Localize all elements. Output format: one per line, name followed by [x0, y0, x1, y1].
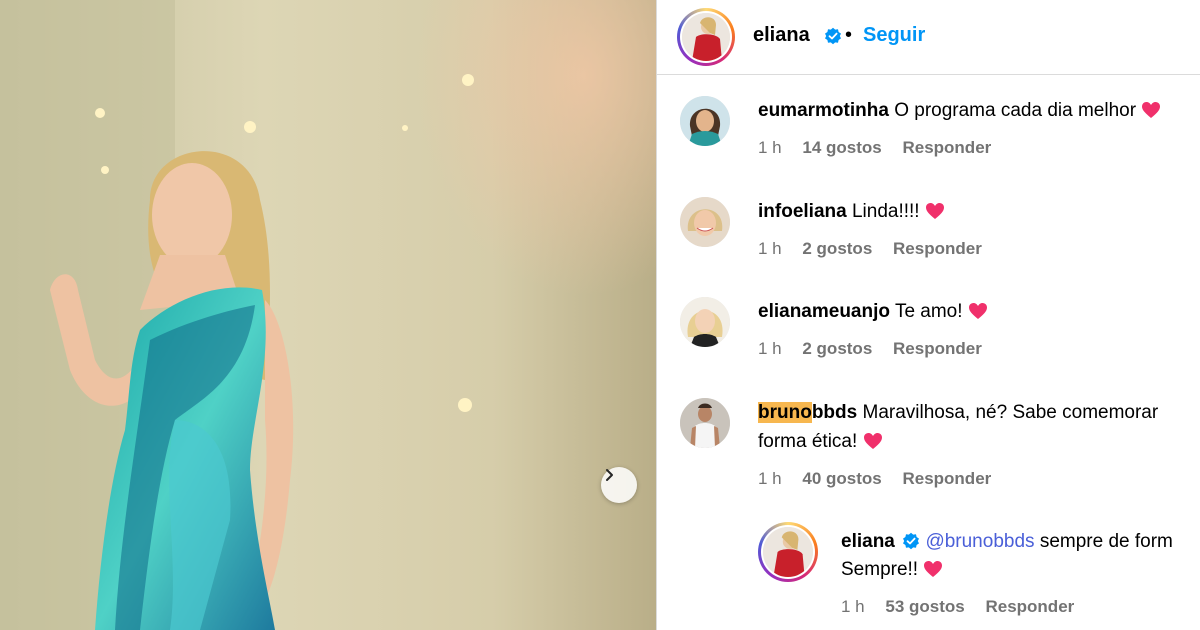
author-avatar-image: [682, 13, 730, 61]
follow-button[interactable]: Seguir: [863, 24, 925, 47]
reply-text-line2: Sempre!!: [841, 559, 919, 580]
author-username[interactable]: eliana: [753, 24, 810, 47]
commenter-avatar[interactable]: [680, 297, 730, 347]
reply-text: sempre de form: [1039, 531, 1173, 552]
commenter-avatar-image: [680, 398, 730, 448]
reply-button[interactable]: Responder: [985, 597, 1074, 616]
comment-username-rest: bbds: [811, 402, 858, 423]
comment-text: Linda!!!!: [851, 201, 920, 222]
heart-emoji-icon: [925, 203, 944, 219]
comment-likes[interactable]: 2 gostos: [802, 339, 872, 358]
comment-time[interactable]: 1 h: [758, 469, 782, 488]
commenter-avatar-image: [680, 197, 730, 247]
photo-illustration: [0, 0, 656, 630]
verified-badge-icon: [825, 27, 841, 45]
heart-emoji-icon: [1142, 102, 1161, 118]
heart-emoji-icon: [924, 561, 943, 577]
mention-link[interactable]: @brunobbds: [925, 531, 1034, 552]
commenter-avatar-image: [680, 96, 730, 146]
comment-username[interactable]: eumarmotinha: [758, 100, 889, 121]
comment-username[interactable]: elianameuanjo: [758, 301, 890, 322]
comment-username[interactable]: brunobbds: [758, 402, 857, 423]
heart-emoji-icon: [968, 303, 987, 319]
commenter-avatar[interactable]: [680, 398, 730, 448]
next-photo-button[interactable]: [601, 467, 637, 503]
comment-likes[interactable]: 14 gostos: [802, 138, 881, 157]
reply-button[interactable]: Responder: [893, 339, 982, 358]
comment-text: O programa cada dia melhor: [894, 100, 1137, 121]
comment-time[interactable]: 1 h: [758, 339, 782, 358]
comment-text-line2: forma ética!: [758, 431, 858, 452]
post-photo[interactable]: [0, 0, 656, 630]
chevron-right-icon: [606, 469, 613, 481]
commenter-avatar-image: [680, 297, 730, 347]
comment-text: Te amo!: [894, 301, 963, 322]
commenter-avatar[interactable]: [680, 197, 730, 247]
author-avatar[interactable]: [677, 8, 735, 66]
comment-time[interactable]: 1 h: [758, 239, 782, 258]
post-header: eliana • Seguir: [657, 0, 1200, 75]
verified-badge-icon: [903, 532, 920, 550]
reply-time[interactable]: 1 h: [841, 597, 865, 616]
comment-time[interactable]: 1 h: [758, 138, 782, 157]
comments-pane: eliana • Seguir eumarmotinha O programa …: [657, 0, 1200, 630]
reply-username[interactable]: eliana: [841, 531, 895, 552]
reply-likes[interactable]: 53 gostos: [885, 597, 964, 616]
reply-button[interactable]: Responder: [893, 239, 982, 258]
heart-emoji-icon: [863, 433, 882, 449]
comment-text: Maravilhosa, né? Sabe comemorar: [862, 402, 1159, 423]
reply-author-avatar[interactable]: [758, 522, 818, 582]
reply-button[interactable]: Responder: [902, 469, 991, 488]
reply-author-avatar-image: [763, 527, 813, 577]
comment-likes[interactable]: 2 gostos: [802, 239, 872, 258]
header-separator: •: [845, 24, 853, 46]
reply-button[interactable]: Responder: [902, 138, 991, 157]
search-highlight: bruno: [758, 402, 812, 423]
comment-username[interactable]: infoeliana: [758, 201, 847, 222]
commenter-avatar[interactable]: [680, 96, 730, 146]
comment-likes[interactable]: 40 gostos: [802, 469, 881, 488]
